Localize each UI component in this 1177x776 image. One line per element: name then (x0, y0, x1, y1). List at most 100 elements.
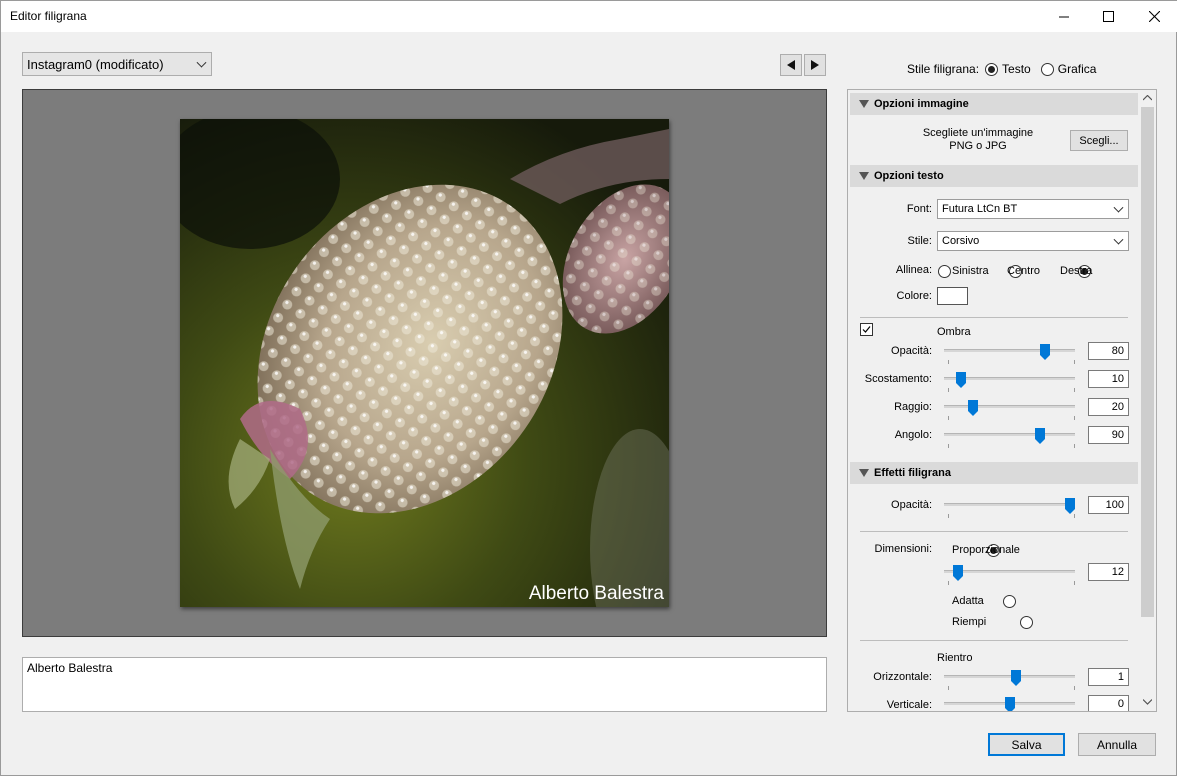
horizontal-label: Orizzontale: (873, 671, 932, 683)
inset-label: Rientro (937, 652, 973, 664)
minimize-button[interactable] (1041, 1, 1086, 32)
settings-panel[interactable]: Opzioni immagine Scegliete un'immagine P… (847, 89, 1157, 712)
slider-thumb-icon[interactable] (1011, 670, 1021, 686)
style-graphic-radio[interactable] (1040, 62, 1054, 76)
size-fill-radio[interactable] (1019, 616, 1033, 630)
vertical-inset-slider[interactable] (944, 697, 1075, 711)
panel-scrollbar[interactable] (1139, 90, 1156, 711)
effects-opacity-value[interactable]: 100 (1088, 496, 1129, 514)
align-left-radio[interactable] (938, 265, 951, 279)
size-fit-radio[interactable] (1003, 595, 1017, 609)
size-slider[interactable] (944, 565, 1075, 581)
color-label: Colore: (896, 290, 932, 302)
watermark-style-selector: Stile filigrana: Testo Grafica (907, 62, 1096, 76)
effects-opacity-label: Opacità: (891, 499, 932, 511)
size-fill-label: Riempi (952, 616, 987, 628)
image-options-hint: Scegliete un'immagine PNG o JPG (888, 127, 1068, 153)
checkmark-icon (862, 326, 871, 333)
choose-image-button[interactable]: Scegli... (1070, 130, 1128, 151)
image-hint-line1: Scegliete un'immagine (922, 127, 1034, 139)
font-dropdown[interactable]: Futura LtCn BT (937, 199, 1129, 219)
slider-thumb-icon[interactable] (968, 400, 978, 416)
watermark-overlay-text: Alberto Balestra (528, 583, 664, 604)
watermark-editor-window: Editor filigrana Instagram0 (modificato) (0, 0, 1177, 776)
shadow-radius-value[interactable]: 20 (1088, 398, 1129, 416)
flower-photo-image (180, 119, 669, 607)
text-options-title: Opzioni testo (874, 170, 944, 182)
scroll-up-icon[interactable] (1143, 95, 1152, 101)
size-proportional-label: Proporzionale (952, 544, 1020, 556)
text-style-dropdown[interactable]: Corsivo (937, 231, 1129, 251)
maximize-icon (1103, 11, 1114, 22)
collapse-triangle-icon (859, 100, 869, 108)
shadow-radius-slider[interactable] (944, 400, 1075, 416)
shadow-radius-label: Raggio: (894, 401, 932, 413)
previous-image-button[interactable] (780, 54, 802, 76)
text-options-header[interactable]: Opzioni testo (850, 165, 1138, 187)
shadow-angle-value[interactable]: 90 (1088, 426, 1129, 444)
slider-thumb-icon[interactable] (1005, 697, 1015, 712)
slider-thumb-icon[interactable] (953, 565, 963, 581)
divider (860, 317, 1128, 318)
vertical-label: Verticale: (886, 699, 932, 711)
shadow-opacity-value[interactable]: 80 (1088, 342, 1129, 360)
image-hint-line2: PNG o JPG (949, 140, 1007, 152)
shadow-checkbox[interactable] (860, 323, 873, 336)
minimize-icon (1058, 16, 1069, 17)
slider-thumb-icon[interactable] (1065, 498, 1075, 514)
align-center-label: Centro (1007, 265, 1041, 277)
shadow-angle-slider[interactable] (944, 428, 1075, 444)
vertical-inset-value[interactable]: 0 (1088, 695, 1129, 711)
slider-thumb-icon[interactable] (1035, 428, 1045, 444)
style-text-radio[interactable] (985, 62, 999, 76)
arrow-left-icon (787, 60, 795, 70)
preview-area: Alberto Balestra (22, 89, 827, 637)
settings-panel-content: Opzioni immagine Scegliete un'immagine P… (848, 90, 1140, 711)
preset-dropdown-value: Instagram0 (modificato) (27, 56, 164, 72)
watermark-effects-title: Effetti filigrana (874, 467, 952, 479)
shadow-opacity-label: Opacità: (891, 345, 932, 357)
cancel-button[interactable]: Annulla (1078, 733, 1156, 756)
watermark-text-input[interactable]: Alberto Balestra (22, 657, 827, 712)
shadow-angle-label: Angolo: (894, 429, 932, 441)
shadow-offset-slider[interactable] (944, 372, 1075, 388)
scroll-down-icon[interactable] (1143, 699, 1152, 705)
align-label: Allinea: (895, 264, 932, 276)
slider-thumb-icon[interactable] (1040, 344, 1050, 360)
collapse-triangle-icon (859, 469, 869, 477)
image-options-title: Opzioni immagine (874, 98, 969, 110)
watermark-effects-header[interactable]: Effetti filigrana (850, 462, 1138, 484)
save-button[interactable]: Salva (988, 733, 1065, 756)
close-icon (1149, 11, 1160, 22)
shadow-label: Ombra (937, 326, 971, 338)
arrow-right-icon (811, 60, 819, 70)
image-options-header[interactable]: Opzioni immagine (850, 93, 1138, 115)
next-image-button[interactable] (804, 54, 826, 76)
font-label: Font: (906, 203, 932, 215)
maximize-button[interactable] (1086, 1, 1131, 32)
preset-dropdown[interactable]: Instagram0 (modificato) (22, 52, 212, 76)
font-dropdown-value: Futura LtCn BT (942, 203, 1018, 215)
chevron-down-icon (196, 57, 207, 68)
text-style-dropdown-value: Corsivo (942, 235, 980, 247)
horizontal-inset-value[interactable]: 1 (1088, 668, 1129, 686)
scrollbar-thumb[interactable] (1141, 107, 1154, 617)
divider (860, 640, 1128, 641)
window-title: Editor filigrana (10, 9, 87, 23)
size-value[interactable]: 12 (1088, 563, 1129, 581)
horizontal-inset-slider[interactable] (944, 670, 1075, 686)
divider (860, 531, 1128, 532)
preview-photo: Alberto Balestra (180, 119, 669, 607)
shadow-opacity-slider[interactable] (944, 344, 1075, 360)
close-button[interactable] (1132, 1, 1177, 32)
shadow-offset-value[interactable]: 10 (1088, 370, 1129, 388)
title-bar: Editor filigrana (1, 1, 1177, 32)
slider-thumb-icon[interactable] (956, 372, 966, 388)
style-text-label: Testo (1002, 62, 1031, 76)
style-graphic-label: Grafica (1057, 62, 1097, 76)
text-style-label: Stile: (907, 235, 932, 247)
align-right-label: Destra (1060, 265, 1093, 277)
dimensions-label: Dimensioni: (874, 543, 932, 555)
effects-opacity-slider[interactable] (944, 498, 1075, 514)
color-swatch[interactable] (937, 287, 968, 305)
